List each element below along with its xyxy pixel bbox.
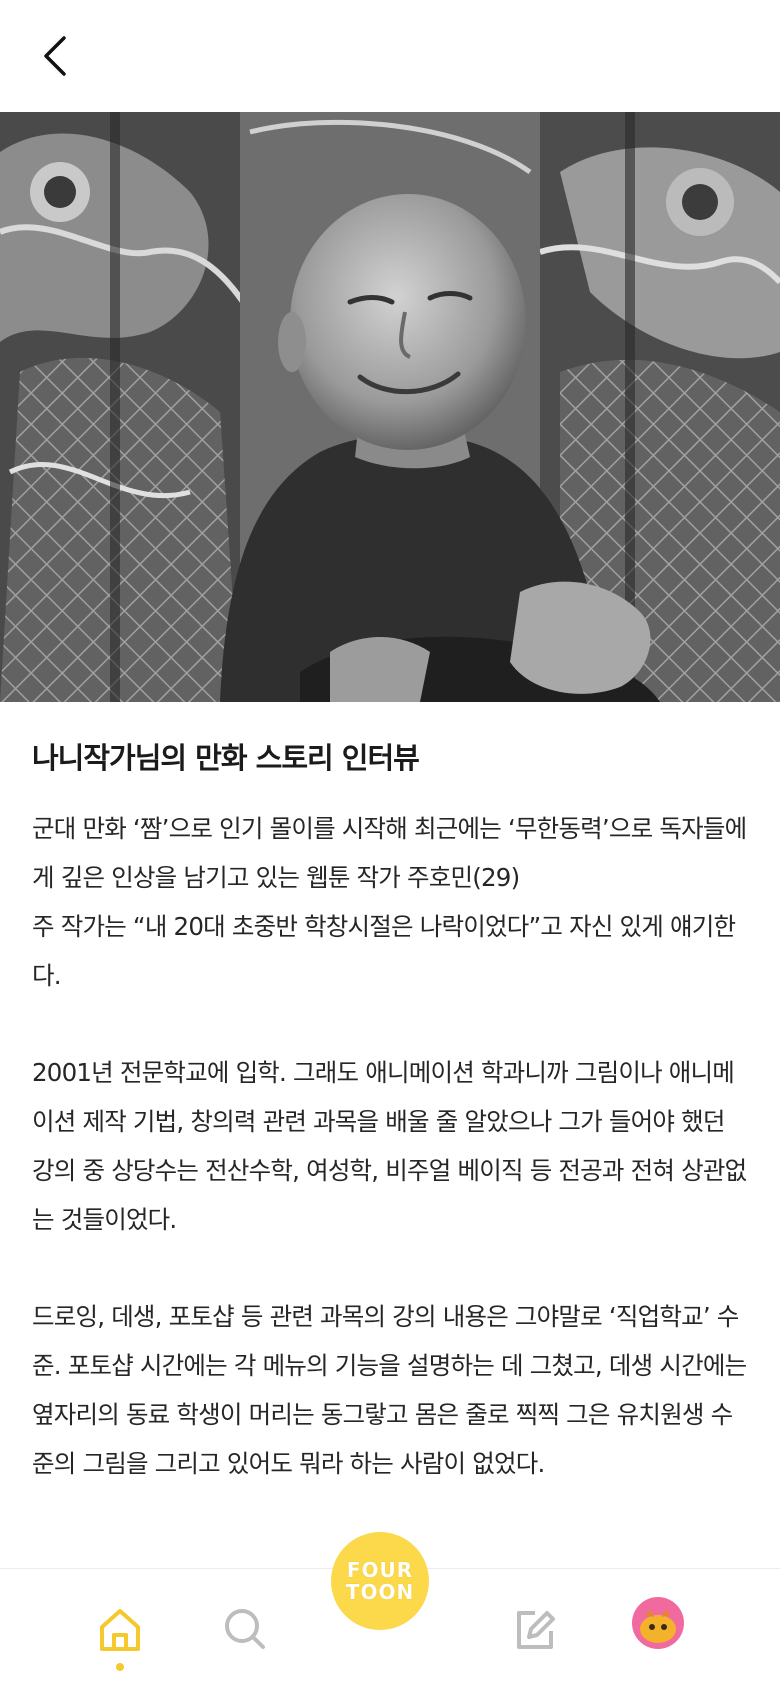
- nav-write[interactable]: [505, 1599, 565, 1659]
- article-paragraph: 2001년 전문학교에 입학. 그래도 애니메이션 학과니까 그림이나 애니메이…: [32, 1058, 747, 1234]
- active-indicator: [116, 1663, 124, 1671]
- nav-profile[interactable]: [628, 1593, 688, 1653]
- fab-label-line2: TOON: [345, 1580, 415, 1604]
- fab-label-line1: FOUR: [346, 1558, 414, 1582]
- home-icon: [100, 1609, 140, 1651]
- edit-icon: [517, 1611, 555, 1649]
- search-icon: [225, 1609, 265, 1649]
- nav-home[interactable]: [90, 1599, 150, 1659]
- article: 나니작가님의 만화 스토리 인터뷰 군대 만화 ‘짬’으로 인기 몰이를 시작해…: [32, 738, 748, 1536]
- hero-photo: [0, 112, 780, 702]
- chevron-left-icon: [44, 36, 66, 76]
- article-paragraph: 드로잉, 데생, 포토샵 등 관련 과목의 강의 내용은 그야말로 ‘직업학교’…: [32, 1302, 747, 1478]
- article-paragraph: 군대 만화 ‘짬’으로 인기 몰이를 시작해 최근에는 ‘무한동력’으로 독자들…: [32, 814, 747, 990]
- article-title: 나니작가님의 만화 스토리 인터뷰: [32, 741, 420, 775]
- avatar-icon: [632, 1597, 684, 1649]
- back-button[interactable]: [30, 30, 82, 82]
- nav-search[interactable]: [215, 1599, 275, 1659]
- top-bar: [0, 0, 780, 112]
- fourtoon-fab-button[interactable]: FOUR TOON: [331, 1532, 429, 1630]
